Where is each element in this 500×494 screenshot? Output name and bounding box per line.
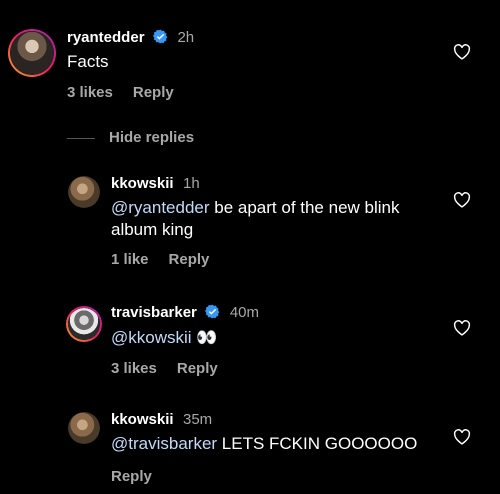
comment-actions: 3 likes Reply: [111, 360, 238, 377]
comment-text: @kkowskii 👀: [111, 327, 217, 349]
comment-text: Facts: [67, 52, 109, 71]
avatar[interactable]: [68, 176, 100, 208]
comment-header: travisbarker 40m: [111, 304, 259, 322]
comment-time: 2h: [177, 29, 195, 46]
likes-count[interactable]: 3 likes: [111, 360, 157, 377]
username[interactable]: ryantedder: [67, 29, 145, 46]
mention-link[interactable]: @kkowskii: [111, 328, 192, 347]
reply-button[interactable]: Reply: [111, 468, 152, 485]
comment-actions: Reply: [111, 468, 172, 485]
comment-actions: 1 like Reply: [111, 251, 229, 268]
mention-link[interactable]: @ryantedder: [111, 198, 210, 217]
comment-header: kkowskii 1h: [111, 175, 200, 193]
reply-button[interactable]: Reply: [169, 251, 210, 268]
replies-divider: [67, 138, 95, 139]
hide-replies-button[interactable]: Hide replies: [109, 129, 194, 146]
eyes-emoji: 👀: [196, 328, 218, 347]
username[interactable]: kkowskii: [111, 175, 174, 192]
comment-time: 35m: [183, 411, 213, 428]
comment-header: ryantedder 2h: [67, 29, 194, 47]
comment-body: LETS FCKIN GOOOOOO: [217, 434, 418, 453]
username[interactable]: travisbarker: [111, 304, 197, 321]
verified-badge-icon: [205, 304, 220, 319]
likes-count[interactable]: 3 likes: [67, 84, 113, 101]
heart-icon[interactable]: [453, 429, 471, 445]
likes-count[interactable]: 1 like: [111, 251, 149, 268]
comment-time: 1h: [183, 175, 200, 192]
comment-header: kkowskii 35m: [111, 411, 212, 429]
comment-text-line1: be apart of the new blink: [209, 198, 400, 217]
reply-button[interactable]: Reply: [177, 360, 218, 377]
avatar[interactable]: [66, 306, 102, 342]
comment-text: @ryantedder be apart of the new blink al…: [111, 197, 451, 241]
reply-button[interactable]: Reply: [133, 84, 174, 101]
comment-text-line2: album king: [111, 220, 194, 239]
comment-text: @travisbarker LETS FCKIN GOOOOOO: [111, 433, 417, 455]
heart-icon[interactable]: [453, 192, 471, 208]
mention-link[interactable]: @travisbarker: [111, 434, 217, 453]
comment-actions: 3 likes Reply: [67, 84, 194, 101]
username[interactable]: kkowskii: [111, 411, 174, 428]
comment-time: 40m: [229, 304, 259, 321]
heart-icon[interactable]: [453, 320, 471, 336]
avatar[interactable]: [68, 412, 100, 444]
avatar[interactable]: [8, 29, 56, 77]
verified-badge-icon: [152, 29, 168, 44]
heart-icon[interactable]: [453, 44, 471, 60]
